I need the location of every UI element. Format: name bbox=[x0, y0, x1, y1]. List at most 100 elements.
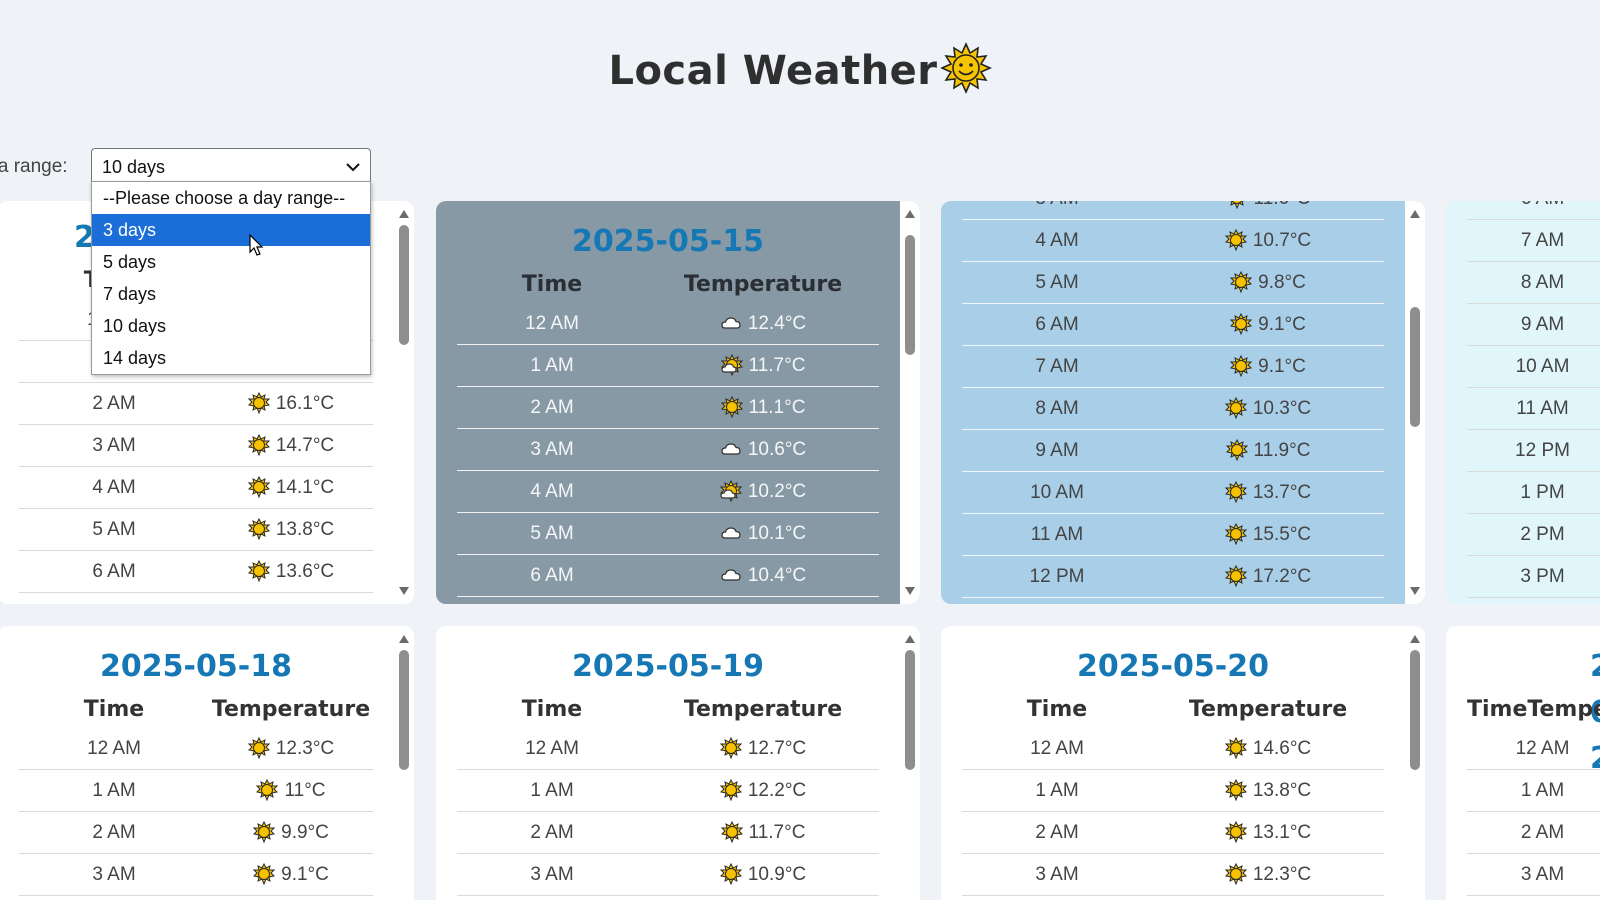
temperature-column-header: Temperature bbox=[1188, 696, 1348, 722]
scroll-thumb[interactable] bbox=[1410, 650, 1420, 770]
scroll-thumb[interactable] bbox=[905, 235, 915, 355]
temperature-text: 10.2°C bbox=[747, 481, 807, 502]
hourly-row: 5 AM 10.1°C bbox=[457, 513, 879, 555]
temperature-text: 12.7°C bbox=[747, 738, 807, 759]
scroll-up-arrow-icon[interactable] bbox=[1409, 634, 1421, 644]
temperature-text: 9.1°C bbox=[1258, 314, 1306, 335]
temperature-text: 13.8°C bbox=[275, 519, 335, 540]
card-scrollbar[interactable] bbox=[900, 201, 920, 604]
card-scroll-area[interactable]: 6 AM 7 AM 8 AM 9 AM 10 AM 11 AM 12 PM 1 PM 2 PM 3… bbox=[1446, 201, 1600, 604]
range-option[interactable]: 3 days bbox=[92, 214, 370, 246]
hourly-row: 4 AM 10.7°C bbox=[962, 220, 1384, 262]
card-scrollbar[interactable] bbox=[394, 201, 414, 604]
hour-label: 3 PM bbox=[1520, 565, 1565, 587]
card-scrollbar[interactable] bbox=[394, 626, 414, 900]
scroll-up-arrow-icon[interactable] bbox=[904, 634, 916, 644]
forecast-day-card: 2025-05-21TimeTemperature 12 AM 1 AM 2 AM 3 … bbox=[1446, 626, 1600, 900]
table-header-row: TimeTemperature bbox=[436, 265, 900, 303]
temperature-value: 13.1°C bbox=[1152, 821, 1384, 844]
sun-icon bbox=[719, 863, 742, 885]
scroll-up-arrow-icon[interactable] bbox=[1409, 209, 1421, 219]
range-option[interactable]: 14 days bbox=[92, 342, 370, 374]
forecast-day-card: 6 AM 7 AM 8 AM 9 AM 10 AM 11 AM 12 PM 1 PM 2 PM 3… bbox=[1446, 201, 1600, 604]
scroll-down-arrow-icon[interactable] bbox=[398, 586, 410, 596]
card-scrollbar[interactable] bbox=[1405, 201, 1425, 604]
hourly-row: 2 PM bbox=[1467, 514, 1600, 556]
temperature-text: 12.2°C bbox=[747, 780, 807, 801]
temperature-value: 12.3°C bbox=[1152, 863, 1384, 886]
hour-label: 12 AM bbox=[1515, 737, 1570, 759]
hour-label: 12 PM bbox=[1029, 565, 1085, 587]
card-scroll-area[interactable]: 2025-05-19 Time Temperature 12 AM 12.7°C 1 AM… bbox=[436, 626, 900, 900]
card-scroll-area[interactable]: 2025-05-21TimeTemperature 12 AM 1 AM 2 AM 3 … bbox=[1446, 626, 1600, 900]
hour-label: 5 AM bbox=[1035, 271, 1079, 293]
table-header-row: TimeTemperature bbox=[941, 690, 1405, 728]
temperature-column-header: Temperature bbox=[1527, 696, 1600, 722]
scroll-thumb[interactable] bbox=[905, 650, 915, 770]
hour-label: 3 AM bbox=[530, 438, 574, 460]
hourly-row: 6 AM 9.1°C bbox=[962, 304, 1384, 346]
scroll-up-arrow-icon[interactable] bbox=[904, 209, 916, 219]
temperature-column-header: Temperature bbox=[683, 271, 843, 297]
scroll-thumb[interactable] bbox=[1410, 307, 1420, 427]
scroll-thumb[interactable] bbox=[399, 650, 409, 770]
scroll-thumb[interactable] bbox=[399, 225, 409, 345]
temperature-value: 9.1°C bbox=[1152, 355, 1384, 378]
hourly-row: 2 AM 11.7°C bbox=[457, 812, 879, 854]
hour-label: 1 AM bbox=[530, 354, 574, 376]
sun-icon bbox=[1228, 201, 1245, 209]
range-option[interactable]: 7 days bbox=[92, 278, 370, 310]
sun-icon bbox=[247, 476, 270, 498]
hour-label: 2 AM bbox=[92, 821, 136, 843]
temperature-value: 11.7°C bbox=[647, 354, 879, 377]
range-option[interactable]: 10 days bbox=[92, 310, 370, 342]
forecast-day-card: 3 AM11.6°C4 AM10.7°C5 AM9.8°C6 AM9.1°C7 … bbox=[941, 201, 1425, 604]
cloud-icon bbox=[721, 443, 741, 455]
temperature-text: 10.4°C bbox=[747, 565, 807, 586]
scroll-up-arrow-icon[interactable] bbox=[398, 209, 410, 219]
card-scroll-area[interactable]: 3 AM11.6°C4 AM10.7°C5 AM9.8°C6 AM9.1°C7 … bbox=[941, 201, 1405, 604]
temperature-value: 9.8°C bbox=[1152, 271, 1384, 294]
range-select-value: 10 days bbox=[102, 156, 166, 177]
sun-icon bbox=[1230, 271, 1253, 293]
hourly-row: 1 AM 11.7°C bbox=[457, 345, 879, 387]
card-scroll-area[interactable]: 2025-05-15 Time Temperature 12 AM 12.4°C 1 AM… bbox=[436, 201, 900, 604]
hourly-row: 2 AM 13.1°C bbox=[962, 812, 1384, 854]
hour-label: 8 AM bbox=[1035, 397, 1079, 419]
card-scrollbar[interactable] bbox=[900, 626, 920, 900]
temperature-text: 14.1°C bbox=[275, 477, 335, 498]
range-option[interactable]: --Please choose a day range-- bbox=[92, 182, 370, 214]
hourly-row: 1 AM bbox=[1467, 770, 1600, 812]
card-scrollbar[interactable] bbox=[1405, 626, 1425, 900]
hour-label: 11 AM bbox=[1030, 523, 1084, 545]
sun-icon bbox=[1224, 229, 1247, 251]
temperature-value: 17.2°C bbox=[1152, 565, 1384, 588]
temperature-value: 12.7°C bbox=[647, 737, 879, 760]
hourly-row: 1 AM 12.2°C bbox=[457, 770, 879, 812]
hour-label: 2 AM bbox=[92, 392, 136, 414]
hour-label: 7 AM bbox=[1035, 355, 1079, 377]
range-option[interactable]: 5 days bbox=[92, 246, 370, 278]
table-header-row: TimeTemperature bbox=[1446, 690, 1600, 728]
sun-icon bbox=[256, 779, 279, 801]
hour-label: 2 AM bbox=[1520, 821, 1565, 843]
temperature-text: 13.7°C bbox=[1252, 482, 1312, 503]
hourly-row: 1 AM 11°C bbox=[19, 770, 373, 812]
scroll-down-arrow-icon[interactable] bbox=[904, 586, 916, 596]
temperature-text: 10.7°C bbox=[1252, 230, 1312, 251]
temperature-value: 14.6°C bbox=[1152, 737, 1384, 760]
hourly-row: 12 PM bbox=[1467, 430, 1600, 472]
sun-icon bbox=[1224, 481, 1247, 503]
temperature-value: 10.6°C bbox=[647, 438, 879, 461]
sun-icon bbox=[719, 779, 742, 801]
card-scroll-area[interactable]: 2025-05-18 Time Temperature 12 AM 12.3°C 1 AM… bbox=[0, 626, 394, 900]
temperature-value: 13.8°C bbox=[209, 518, 373, 541]
sun-behind-cloud-icon bbox=[720, 354, 743, 376]
scroll-up-arrow-icon[interactable] bbox=[398, 634, 410, 644]
chevron-down-icon bbox=[346, 163, 360, 172]
scroll-down-arrow-icon[interactable] bbox=[1409, 586, 1421, 596]
card-scroll-area[interactable]: 2025-05-20 Time Temperature 12 AM 14.6°C 1 AM… bbox=[941, 626, 1405, 900]
temperature-value: 11°C bbox=[209, 779, 373, 802]
hourly-row: 10 AM bbox=[1467, 346, 1600, 388]
time-column-header: Time bbox=[521, 696, 583, 722]
